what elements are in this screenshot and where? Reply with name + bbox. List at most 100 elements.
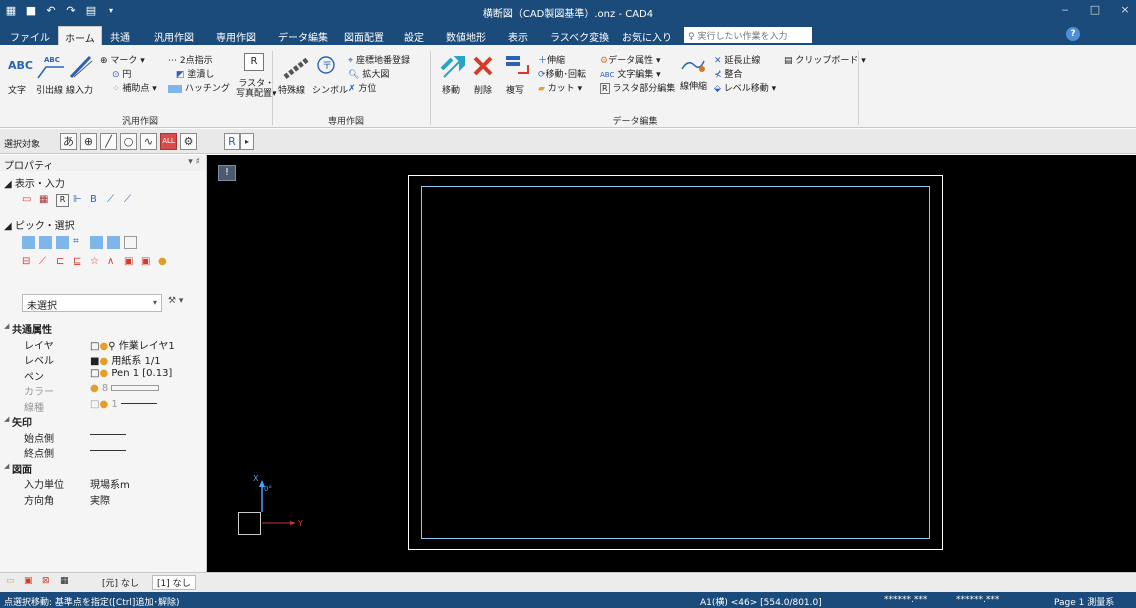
filter-a-icon[interactable]: ⊟: [22, 256, 35, 269]
symbol-icon[interactable]: 〒: [316, 55, 336, 75]
open-drawing-icon[interactable]: ▭: [6, 576, 15, 586]
property-options-icon[interactable]: ⚒ ▾: [168, 296, 183, 306]
text-edit-button[interactable]: ABC 文字編集 ▾: [600, 67, 661, 80]
tab-layer-1[interactable]: [1] なし: [152, 575, 196, 590]
minimize-button[interactable]: ‒: [1058, 3, 1072, 16]
raster-icon[interactable]: R: [244, 53, 264, 71]
cut-button[interactable]: ▰ カット ▾: [538, 81, 582, 94]
prop-row-input-unit[interactable]: 入力単位 現場系m: [4, 474, 204, 491]
text-icon[interactable]: ABC: [8, 59, 33, 72]
grid-icon[interactable]: ▦: [39, 194, 52, 207]
raster-photo-button[interactable]: ラスタ・ 写真配置▾: [236, 79, 277, 99]
display-input-section[interactable]: ◢ 表示・入力: [4, 175, 65, 190]
leader-line-icon[interactable]: ABC: [36, 53, 64, 79]
tab-home[interactable]: ホーム: [58, 26, 102, 45]
tab-favorites[interactable]: お気に入り: [616, 26, 678, 45]
pick-r-icon[interactable]: [124, 235, 137, 249]
special-line-button[interactable]: 特殊線: [278, 83, 305, 96]
tab-common[interactable]: 共通: [104, 26, 136, 45]
prop-row-arrow-end[interactable]: 終点側: [4, 443, 204, 460]
delete-icon[interactable]: [472, 55, 494, 77]
filter-d-icon[interactable]: ⊑: [73, 256, 86, 269]
prop-row-direction[interactable]: 方向角 実際: [4, 490, 204, 507]
prop-row-layer[interactable]: レイヤ □●⚲ 作業レイヤ1: [4, 335, 204, 352]
tab-general-draw[interactable]: 汎用作図: [148, 26, 200, 45]
pen2-icon[interactable]: ⟋: [124, 194, 137, 207]
layer-icon[interactable]: B: [90, 194, 103, 207]
pick-b-icon[interactable]: [39, 235, 52, 249]
copy-button[interactable]: 複写: [506, 83, 524, 96]
line-input-button[interactable]: 線入力: [66, 83, 93, 96]
stretch-button[interactable]: ＋伸縮: [538, 53, 565, 66]
select-point-icon[interactable]: ⊕: [80, 133, 97, 150]
tab-file[interactable]: ファイル: [4, 26, 56, 45]
raster-toggle-icon[interactable]: R: [56, 193, 69, 207]
pick-select-section[interactable]: ◢ ピック・選択: [4, 217, 75, 232]
close-button[interactable]: ×: [1118, 3, 1132, 16]
prop-row-color[interactable]: カラー ● 8: [4, 381, 204, 398]
prop-row-arrow-start[interactable]: 始点側: [4, 428, 204, 445]
filter-b-icon[interactable]: ⟋: [39, 256, 52, 269]
line-stretch-icon[interactable]: [680, 55, 706, 73]
select-all-button[interactable]: ALL: [160, 133, 177, 150]
pick-f-icon[interactable]: [107, 235, 120, 249]
select-raster-button[interactable]: R: [224, 133, 240, 150]
align-button[interactable]: ⊀ 整合: [714, 67, 742, 80]
save-drawing-icon[interactable]: ▣: [24, 576, 33, 586]
search-input[interactable]: ♀ 実行したい作業を入力: [684, 27, 812, 43]
snap-icon[interactable]: ⊩: [73, 194, 86, 207]
line-stretch-button[interactable]: 線伸縮: [680, 79, 707, 92]
expand-arrow-icon[interactable]: ▸: [240, 133, 254, 150]
layout-icon[interactable]: ▦: [60, 576, 69, 586]
tab-special-draw[interactable]: 専用作図: [210, 26, 262, 45]
window-icon[interactable]: ▭: [22, 194, 35, 207]
filter-f-icon[interactable]: ∧: [107, 256, 120, 269]
pick-a-icon[interactable]: [22, 235, 35, 249]
select-curve-icon[interactable]: ∿: [140, 133, 157, 150]
drawing-canvas[interactable]: ! X 0° Y: [207, 155, 1136, 572]
zoom-view-button[interactable]: 🔍︎ 拡大図: [348, 67, 389, 80]
pick-d-icon[interactable]: ⌗: [73, 236, 86, 249]
prop-row-linetype[interactable]: 線種 □● 1: [4, 397, 204, 414]
pick-e-icon[interactable]: [90, 235, 103, 249]
line-input-icon[interactable]: [68, 53, 94, 79]
hatching-button[interactable]: ハッチング: [168, 81, 230, 94]
prop-row-level[interactable]: レベル ■● 用紙系 1/1: [4, 350, 204, 367]
select-text-button[interactable]: あ: [60, 133, 77, 150]
pin-icon[interactable]: ▾ ♯: [188, 157, 200, 167]
select-line-icon[interactable]: ╱: [100, 133, 117, 150]
category-common[interactable]: ◢ 共通属性: [4, 319, 204, 336]
symbol-button[interactable]: シンボル: [312, 83, 348, 96]
filter-e-icon[interactable]: ☆: [90, 256, 103, 269]
copy-icon[interactable]: [504, 53, 530, 79]
help-icon[interactable]: ?: [1066, 27, 1080, 41]
two-point-button[interactable]: ⋯ 2点指示: [168, 53, 213, 66]
move-button[interactable]: 移動: [442, 83, 460, 96]
tab-view[interactable]: 表示: [502, 26, 534, 45]
category-arrow[interactable]: ◢ 矢印: [4, 412, 204, 429]
pen-icon[interactable]: ⟋: [107, 194, 120, 207]
selection-dropdown[interactable]: 未選択 ▾: [22, 294, 162, 312]
raster-part-edit-button[interactable]: R ラスタ部分編集: [600, 81, 675, 94]
text-button[interactable]: 文字: [8, 83, 26, 96]
tab-source[interactable]: [元] なし: [102, 576, 139, 589]
category-drawing[interactable]: ◢ 図面: [4, 459, 204, 476]
special-line-icon[interactable]: [282, 55, 312, 79]
prop-row-pen[interactable]: ペン □● Pen 1 [0.13]: [4, 366, 204, 383]
select-circle-icon[interactable]: ○: [120, 133, 137, 150]
delete-drawing-icon[interactable]: ⊠: [42, 576, 50, 586]
fill-button[interactable]: ◩ 塗潰し: [176, 67, 214, 80]
tab-settings[interactable]: 設定: [398, 26, 430, 45]
level-move-button[interactable]: ⬙ レベル移動 ▾: [714, 81, 776, 94]
direction-button[interactable]: ✗ 方位: [348, 81, 376, 94]
move-rotate-button[interactable]: ⟳移動･回転: [538, 67, 586, 80]
clipboard-button[interactable]: ▤ クリップボード ▾: [784, 53, 866, 66]
select-settings-icon[interactable]: ⚙: [180, 133, 197, 150]
tab-layout[interactable]: 図面配置: [338, 26, 390, 45]
delete-button[interactable]: 削除: [474, 83, 492, 96]
move-icon[interactable]: [440, 53, 466, 79]
extend-stop-button[interactable]: ✕ 延長止線: [714, 53, 760, 66]
tab-raster-vector[interactable]: ラスベク変換: [544, 26, 615, 45]
data-attribute-button[interactable]: ⚙データ属性 ▾: [600, 53, 660, 66]
tab-data-edit[interactable]: データ編集: [272, 26, 334, 45]
